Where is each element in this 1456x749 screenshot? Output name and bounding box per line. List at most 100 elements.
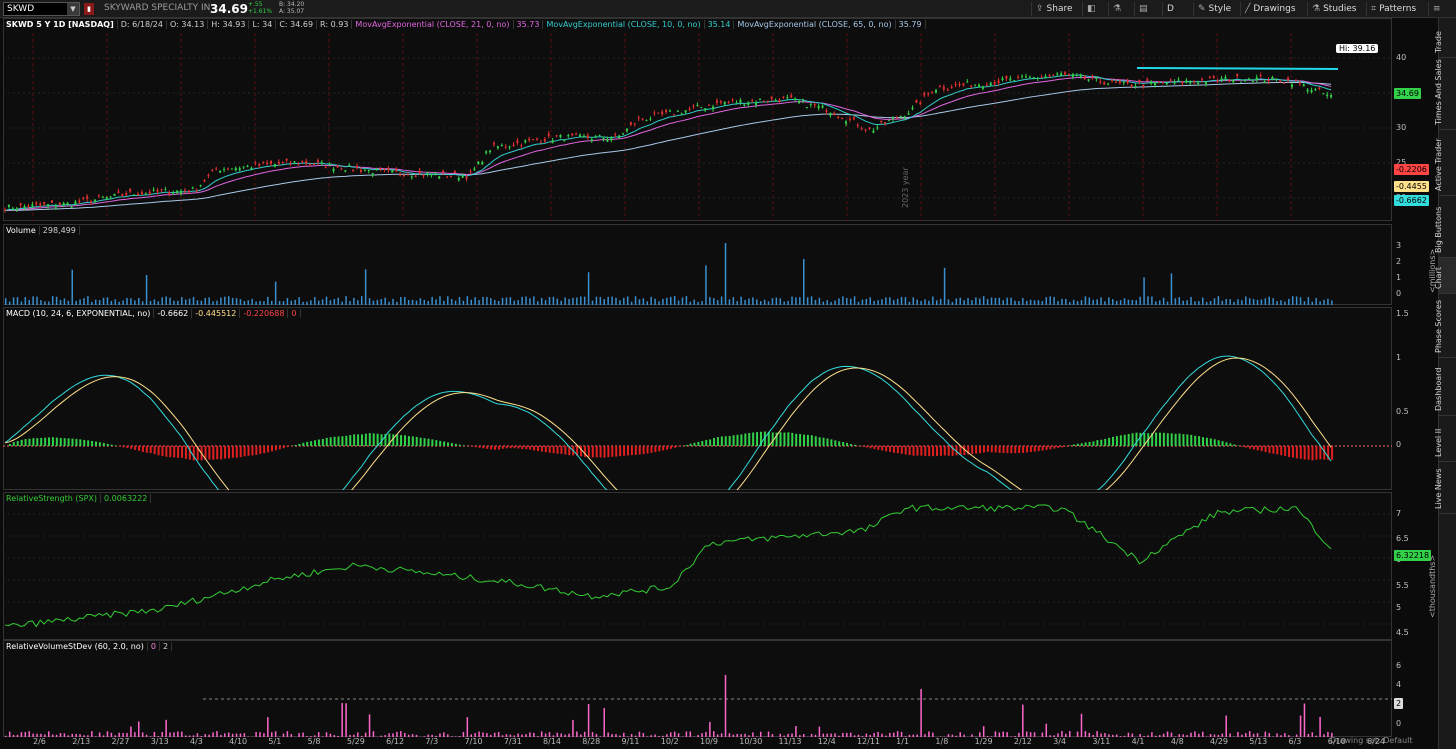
macd-label: MACD (10, 24, 6, EXPONENTIAL, no): [3, 309, 155, 318]
volume-value: 298,499: [39, 226, 80, 235]
rs-line: [4, 504, 1332, 628]
date-tick: 12/11: [856, 737, 880, 746]
date-tick: 7/3: [425, 737, 439, 746]
price-change: +.55 +1.61%: [248, 1, 272, 15]
rs-label: RelativeStrength (SPX): [3, 494, 102, 503]
rs-tick: 4.5: [1396, 628, 1409, 637]
volume-tick: 3: [1396, 241, 1402, 250]
date-tick: 6/12: [386, 737, 405, 746]
style-icon: ✎: [1198, 4, 1206, 14]
macd-tick: 1.5: [1396, 309, 1409, 318]
rvsd-tag: 2: [1394, 698, 1404, 709]
ema21-value: 35.73: [513, 20, 544, 29]
date-tick: 2/6: [33, 737, 46, 746]
macd-tick: 0: [1396, 440, 1402, 449]
chevron-down-icon[interactable]: ▼: [67, 3, 79, 15]
rvsd-value: 0: [147, 642, 160, 651]
flask-icon: ⚗: [1312, 4, 1321, 14]
bid-value: B: 34.20: [279, 1, 305, 8]
ohlc-open: O: 34.13: [166, 20, 209, 29]
top-toolbar: SKWD ▼ ▮ SKYWARD SPECIALTY IN 34.69 +.55 +…: [0, 0, 1456, 18]
date-tick: 10/2: [660, 737, 679, 746]
pencil-icon: ╱: [1245, 4, 1251, 14]
date-tick: 5/29: [346, 737, 365, 746]
symbol-input[interactable]: SKWD ▼: [3, 2, 80, 16]
rvsd-axis: 6 4 2 0: [1393, 640, 1438, 737]
period-label: D: [1167, 4, 1174, 14]
macd-header: MACD (10, 24, 6, EXPONENTIAL, no) -0.6662…: [3, 308, 301, 320]
ema65-label[interactable]: MovAvgExponential (CLOSE, 65, 0, no): [734, 20, 896, 29]
volume-tick: 2: [1396, 257, 1402, 266]
bid-ask: B: 34.20 A: 35.07: [279, 1, 304, 15]
macd-zero: 0: [288, 309, 301, 318]
last-price: 34.69: [210, 2, 248, 16]
rvsd-chart[interactable]: [3, 640, 1392, 737]
flag-icon[interactable]: ▮: [84, 3, 94, 15]
right-sidebar: Trade Times And Sales Active Trader Big …: [1434, 18, 1456, 749]
volume-chart[interactable]: [3, 224, 1392, 305]
ema21-label[interactable]: MovAvgExponential (CLOSE, 21, 0, no): [352, 20, 514, 29]
date-tick: 5/8: [307, 737, 321, 746]
date-tick: 1/29: [974, 737, 993, 746]
period-button[interactable]: D: [1162, 2, 1178, 16]
rs-header: RelativeStrength (SPX) 0.0063222: [3, 493, 152, 505]
ohlc-date: D: 6/18/24: [117, 20, 167, 29]
ema10-line: [4, 74, 1332, 212]
gauge-button[interactable]: ◧: [1082, 2, 1103, 16]
rs-tick: 7: [1396, 509, 1402, 518]
volume-tick: 1: [1396, 273, 1402, 282]
macd-value-tag: -0.6662: [1394, 195, 1429, 206]
macd-tick: 1: [1396, 353, 1402, 362]
price-pane-header: SKWD 5 Y 1D [NASDAQ] D: 6/18/24 O: 34.13 H:…: [3, 19, 926, 31]
rs-tick: 5: [1396, 603, 1402, 612]
date-tick: 2/12: [1013, 737, 1032, 746]
date-tick: 4/29: [1210, 737, 1229, 746]
macd-value: -0.6662: [154, 309, 193, 318]
date-tick: 11/13: [778, 737, 802, 746]
date-tick: 8/14: [543, 737, 562, 746]
date-tick: 10/30: [739, 737, 763, 746]
ohlc-high: H: 34.93: [208, 20, 250, 29]
flask-icon: ⚗: [1113, 4, 1122, 14]
share-icon: ⇪: [1036, 4, 1044, 14]
ema10-label[interactable]: MovAvgExponential (CLOSE, 10, 0, no): [543, 20, 705, 29]
symbol-value: SKWD: [7, 4, 35, 14]
ohlc-close: C: 34.69: [276, 20, 318, 29]
patterns-button[interactable]: ⌗ Patterns: [1366, 2, 1420, 16]
share-label: Share: [1046, 4, 1073, 14]
style-button[interactable]: ✎ Style: [1193, 2, 1235, 16]
patterns-label: Patterns: [1379, 4, 1417, 14]
rvsd-threshold: 2: [159, 642, 173, 651]
drawings-button[interactable]: ╱ Drawings: [1240, 2, 1300, 16]
rvsd-tick: 4: [1396, 680, 1402, 689]
date-tick: 3/13: [150, 737, 169, 746]
macd-diff: -0.220688: [240, 309, 289, 318]
rs-tick: 6.5: [1396, 534, 1409, 543]
print-button[interactable]: ▤: [1134, 2, 1155, 16]
share-button[interactable]: ⇪ Share: [1031, 2, 1077, 16]
rs-tag: 6.32218: [1394, 550, 1432, 561]
date-tick: 8/28: [582, 737, 601, 746]
price-chart[interactable]: [3, 18, 1392, 221]
drawings-label: Drawings: [1253, 4, 1296, 14]
date-tick: 1/8: [935, 737, 949, 746]
flask-button[interactable]: ⚗: [1108, 2, 1128, 16]
date-tick: 12/4: [817, 737, 836, 746]
tab-label: Live News: [1434, 468, 1443, 510]
style-label: Style: [1208, 4, 1232, 14]
drawing-set-label[interactable]: Drawing set: Default: [1330, 736, 1413, 745]
ohlc-low: L: 34: [249, 20, 277, 29]
price-tick: 40: [1396, 53, 1407, 62]
studies-button[interactable]: ⚗ Studies: [1307, 2, 1360, 16]
macd-chart[interactable]: [3, 307, 1392, 490]
ema21-line: [4, 76, 1332, 212]
date-tick: 3/11: [1092, 737, 1111, 746]
tab-live-news[interactable]: Live News: [1434, 462, 1456, 514]
year-marker: 2023 year: [901, 167, 910, 208]
date-tick: 4/10: [229, 737, 248, 746]
date-tick: 6/3: [1288, 737, 1302, 746]
date-tick: 3/4: [1053, 737, 1066, 746]
macd-avg-tag: -0.4455: [1394, 181, 1429, 192]
ohlc-range: R: 0.93: [317, 20, 353, 29]
rs-chart[interactable]: [3, 492, 1392, 640]
